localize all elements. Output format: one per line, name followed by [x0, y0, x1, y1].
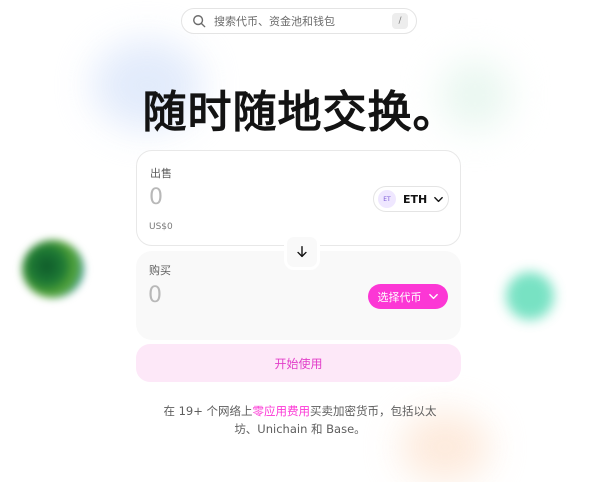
hero-title: 随时随地交换。 — [142, 87, 458, 138]
sell-token-selector[interactable]: ET ETH — [373, 186, 449, 212]
background-token-blob-green — [22, 240, 84, 298]
search-bar[interactable]: 搜索代币、资金池和钱包 / — [181, 8, 417, 34]
sell-token-symbol: ETH — [403, 192, 428, 206]
get-started-button[interactable]: 开始使用 — [136, 344, 461, 382]
swap-direction-button[interactable] — [284, 234, 320, 270]
footer-text-after: 买卖加密货币，包括以太 — [310, 404, 437, 418]
footer-line-1: 在 19+ 个网络上零应用费用买卖加密货币，包括以太 — [0, 402, 600, 420]
background-token-blob-teal — [506, 272, 554, 320]
chevron-down-icon — [434, 196, 444, 202]
sell-label: 出售 — [150, 167, 172, 180]
chevron-down-icon — [428, 293, 438, 300]
footer-description: 在 19+ 个网络上零应用费用买卖加密货币，包括以太 坊、Unichain 和 … — [0, 402, 600, 438]
buy-amount-input[interactable]: 0 — [148, 283, 162, 308]
search-shortcut-key: / — [392, 13, 408, 29]
arrow-down-icon — [297, 246, 307, 258]
sell-box: 出售 0 US$0 ET ETH — [136, 150, 461, 246]
select-token-label: 选择代币 — [377, 290, 422, 304]
footer-line-2: 坊、Unichain 和 Base。 — [234, 422, 366, 436]
select-token-button[interactable]: 选择代币 — [368, 284, 448, 309]
sell-usd-value: US$0 — [149, 222, 173, 232]
get-started-label: 开始使用 — [274, 356, 323, 371]
zero-app-fee-link[interactable]: 零应用费用 — [253, 404, 311, 418]
sell-amount-input[interactable]: 0 — [149, 185, 163, 210]
search-placeholder[interactable]: 搜索代币、资金池和钱包 — [214, 13, 392, 29]
buy-label: 购买 — [149, 264, 171, 277]
search-icon — [193, 15, 206, 28]
eth-token-logo: ET — [378, 190, 396, 208]
footer-text-before: 在 19+ 个网络上 — [163, 404, 253, 418]
